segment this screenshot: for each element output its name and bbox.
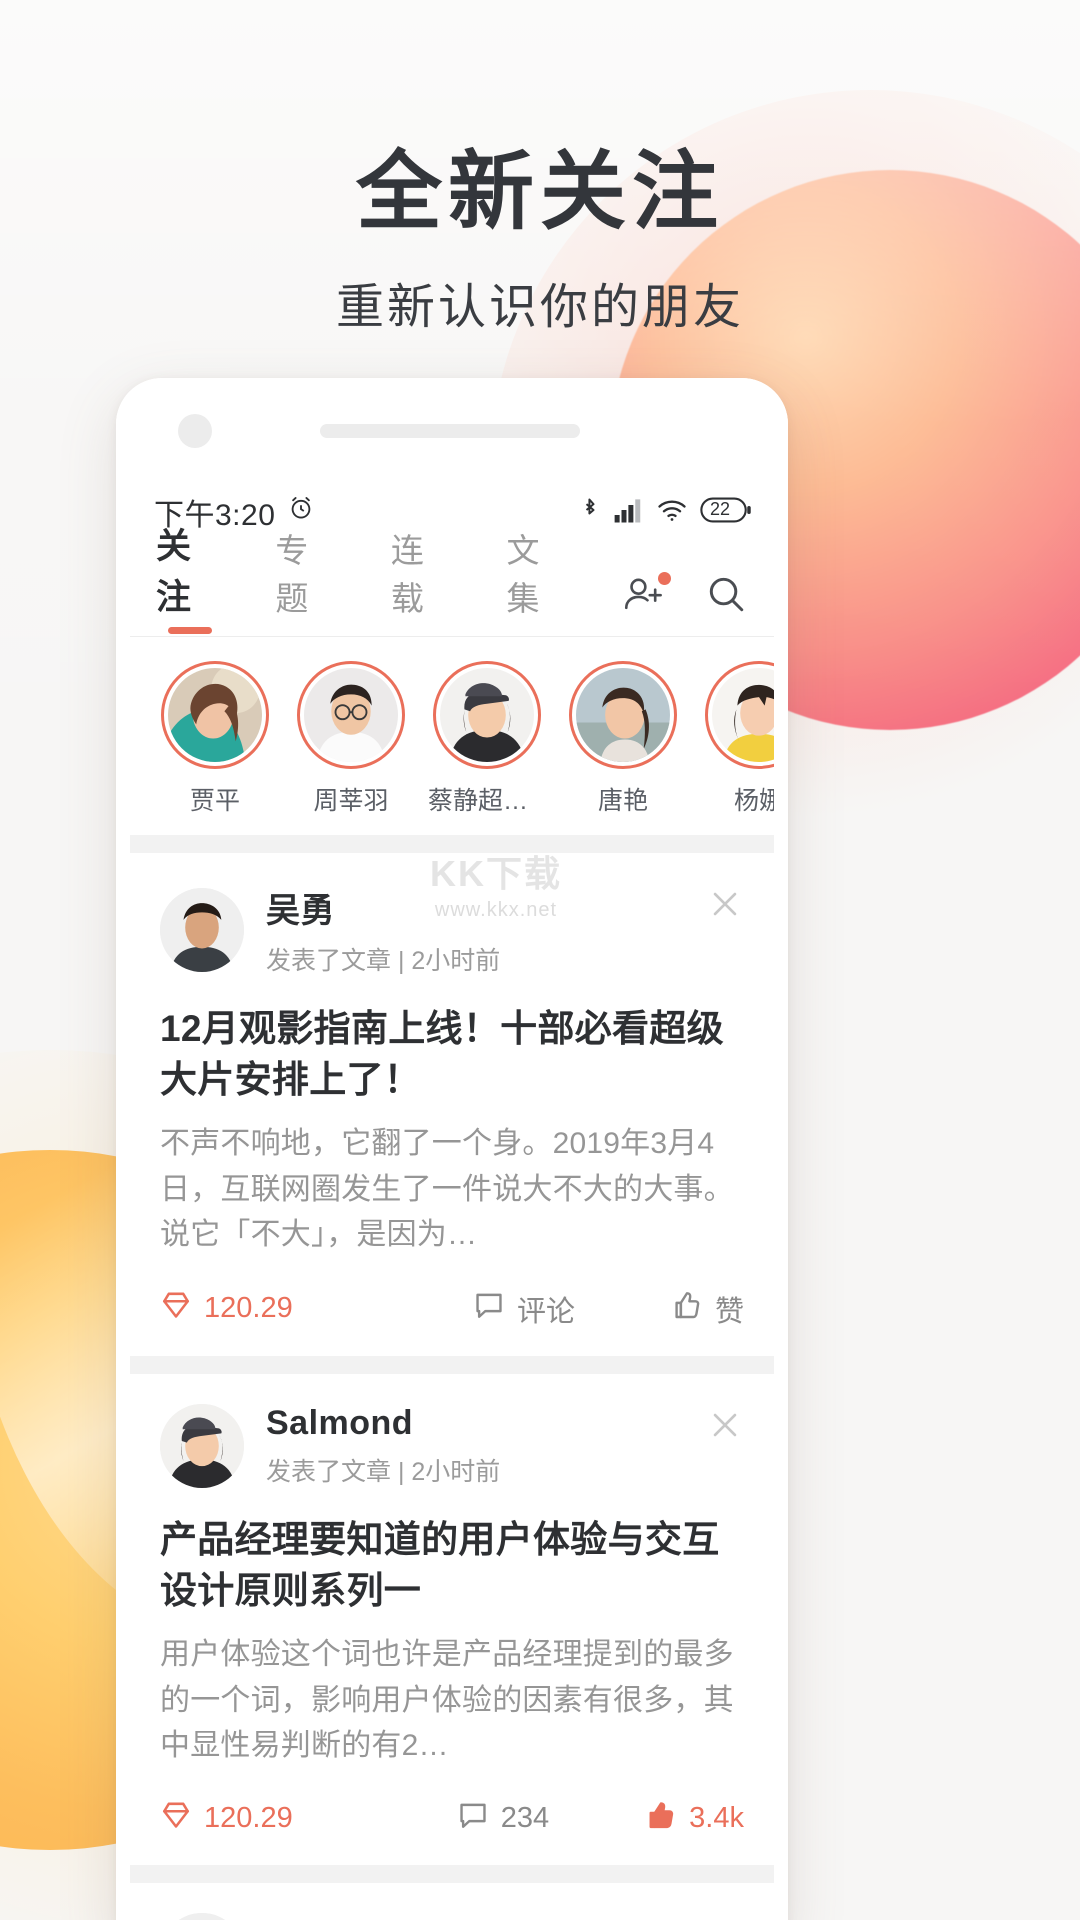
comment-icon (473, 1289, 505, 1329)
earpiece-speaker (320, 424, 580, 438)
card-body: 用户体验这个词也许是产品经理提到的最多的一个词，影响用户体验的因素有很多，其中显… (160, 1637, 734, 1763)
avatar (304, 668, 398, 762)
card-header: Salmond 发表了文章 | 2小时前 (160, 1403, 744, 1488)
story-name: 周莘羽 (313, 787, 389, 815)
tab-guanzhu[interactable]: 关注 (156, 518, 223, 636)
like-action[interactable]: 赞 (671, 1288, 744, 1330)
comment-icon (457, 1799, 489, 1839)
section-gap (130, 1355, 774, 1374)
card-subtitle: 发表了文章 | 2小时前 (266, 1457, 501, 1486)
card-meta: Salmond 发表了文章 | 2小时前 (266, 1404, 500, 1488)
story-name: 杨娜 (733, 787, 774, 815)
card-actions: 120.29 234 3.4k (160, 1799, 744, 1839)
like-label: 3.4k (689, 1802, 744, 1835)
section-gap (130, 835, 774, 853)
thumbs-up-icon (671, 1289, 703, 1329)
card-meta: 吴勇 发表了文章 | 2小时前 (266, 883, 500, 977)
tab-wenji[interactable]: 文集 (506, 524, 570, 636)
tab-bar: 关注 专题 连载 文集 (130, 527, 774, 636)
card-title[interactable]: 产品经理要知道的用户体验与交互设计原则系列一 (160, 1514, 744, 1616)
close-icon[interactable] (708, 1408, 742, 1442)
card-actions: 120.29 评论 赞 (160, 1288, 744, 1330)
battery-level: 22 (709, 499, 731, 519)
close-icon[interactable] (708, 887, 742, 921)
page-subtitle: 重新认识你的朋友 (335, 280, 744, 334)
avatar (168, 668, 262, 762)
story-ring (297, 661, 405, 769)
story-ring (705, 661, 774, 769)
feed-card-partial[interactable] (130, 1882, 774, 1920)
add-friend-icon[interactable] (622, 572, 671, 619)
status-bar-right: 22 (579, 496, 752, 529)
section-gap (130, 1864, 774, 1883)
avatar (440, 668, 534, 762)
tab-lianzai[interactable]: 连载 (391, 524, 455, 636)
search-icon[interactable] (704, 573, 748, 620)
card-body: 不声不响地，它翻了一个身。2019年3月4日，互联网圈发生了一件说大不大的大事。… (160, 1127, 734, 1252)
notification-badge-dot (658, 572, 671, 585)
like-label: 赞 (714, 1295, 744, 1328)
story-name: 唐艳 (597, 787, 648, 815)
comment-action[interactable]: 评论 (473, 1288, 575, 1330)
story-ring (161, 661, 269, 769)
tab-actions (622, 572, 748, 636)
phone-mockup: 下午3:20 22 关注 专题 连载 文集 贾平 周莘羽 蔡静超超… 唐艳 杨 … (116, 378, 788, 1920)
avatar[interactable] (160, 888, 244, 972)
card-header: 吴勇 发表了文章 | 2小时前 (160, 883, 744, 977)
comment-label: 评论 (516, 1295, 575, 1328)
bluetooth-icon (579, 496, 601, 529)
card-header (160, 1912, 744, 1920)
feed-card[interactable]: KK下载 www.kkx.net 吴勇 发表了文章 | 2小时前 12月观影指南… (130, 853, 774, 1356)
story-name: 贾平 (189, 787, 240, 815)
story-item[interactable]: 蔡静超超… (428, 661, 546, 817)
feed-card[interactable]: Salmond 发表了文章 | 2小时前 产品经理要知道的用户体验与交互设计原则… (130, 1373, 774, 1865)
story-ring (433, 661, 541, 769)
battery-icon: 22 (700, 496, 752, 529)
tab-zhuanti[interactable]: 专题 (275, 524, 339, 636)
story-item[interactable]: 周莘羽 (292, 661, 410, 817)
story-item[interactable]: 杨娜 (700, 661, 774, 817)
card-title[interactable]: 12月观影指南上线！十部必看超级大片安排上了！ (160, 1003, 744, 1105)
thumbs-up-icon (645, 1799, 677, 1839)
phone-bezel (116, 378, 788, 474)
wifi-icon (657, 497, 687, 528)
story-list[interactable]: 贾平 周莘羽 蔡静超超… 唐艳 杨 (130, 637, 774, 835)
diamond-value: 120.29 (204, 1802, 293, 1835)
comment-action[interactable]: 234 (457, 1799, 549, 1839)
story-ring (569, 661, 677, 769)
signal-icon (614, 497, 644, 528)
promo-headline: 全新关注 重新认识你的朋友 (0, 146, 1080, 337)
story-item[interactable]: 贾平 (156, 661, 274, 817)
diamond-icon (160, 1289, 192, 1329)
avatar (712, 668, 774, 762)
story-name: 蔡静超超… (428, 787, 546, 815)
comment-label: 234 (500, 1802, 550, 1835)
card-username[interactable]: 吴勇 (266, 883, 500, 932)
avatar (576, 668, 670, 762)
front-camera (178, 414, 212, 448)
phone-screen: 下午3:20 22 关注 专题 连载 文集 贾平 周莘羽 蔡静超超… 唐艳 杨 … (130, 474, 774, 1920)
diamond-icon (160, 1799, 192, 1839)
diamond-value: 120.29 (204, 1292, 293, 1325)
avatar[interactable] (160, 1403, 244, 1488)
card-username[interactable]: Salmond (266, 1404, 500, 1443)
avatar[interactable] (160, 1912, 244, 1920)
diamond-count: 120.29 (160, 1799, 293, 1839)
page-title: 全新关注 (356, 144, 724, 240)
story-item[interactable]: 唐艳 (564, 661, 682, 817)
card-subtitle: 发表了文章 | 2小时前 (266, 947, 501, 975)
diamond-count: 120.29 (160, 1289, 293, 1329)
like-action[interactable]: 3.4k (645, 1799, 744, 1839)
